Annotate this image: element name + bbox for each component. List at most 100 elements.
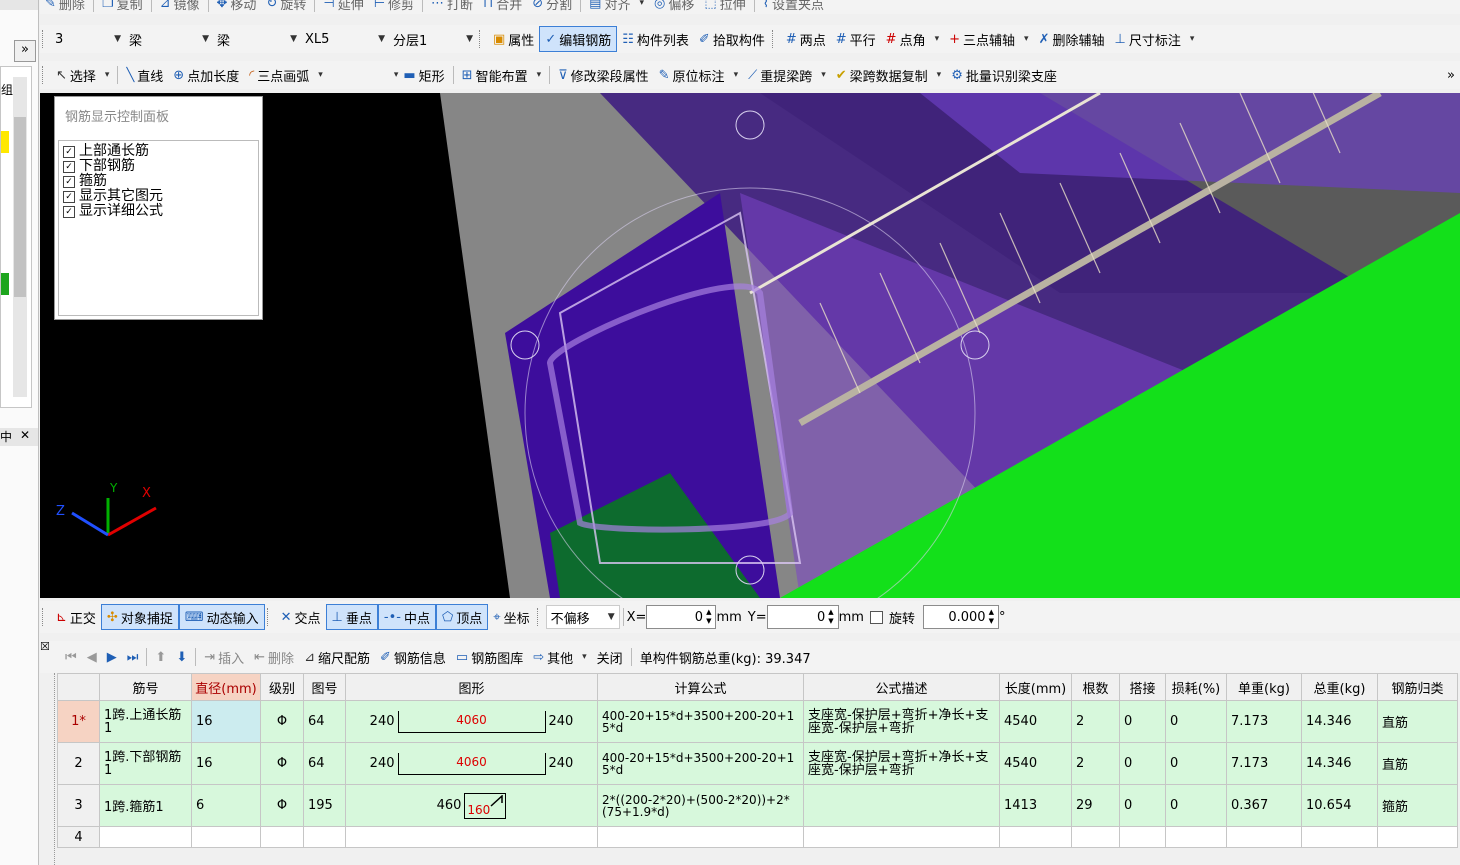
intersection-button[interactable]: ✕ 交点: [276, 605, 326, 629]
cell-empty[interactable]: [1226, 826, 1302, 848]
cell-count[interactable]: 2: [1071, 742, 1120, 785]
component-list-button[interactable]: ☷ 构件列表: [617, 27, 694, 51]
re-extract-span-button[interactable]: ⟋ 重提梁跨 ▾: [743, 63, 831, 87]
dimension-button[interactable]: ⊥ 尺寸标注 ▾: [1110, 27, 1200, 51]
table-row[interactable]: 1* 1跨.上通长筋1 16 Φ 64 240 4060 240 400-20+…: [57, 700, 1458, 743]
cell-empty[interactable]: [99, 826, 192, 848]
option-stirrup[interactable]: ✓ 箍筋: [63, 174, 254, 189]
cell-lap[interactable]: 0: [1119, 742, 1166, 785]
viewport-3d[interactable]: Y X Z 钢筋显示控制面板 ✓ 上部通长筋 ✓ 下部钢筋 ✓ 箍筋 ✓ 显示其它图元 …: [40, 93, 1460, 598]
cell-loss[interactable]: 0: [1165, 700, 1227, 743]
point-length-button[interactable]: ⊕ 点加长度: [168, 63, 244, 87]
collapse-button[interactable]: »: [14, 40, 36, 62]
cell-diameter[interactable]: 16: [191, 742, 261, 785]
cell-length[interactable]: 4540: [999, 700, 1072, 743]
cell-unit-weight[interactable]: 0.367: [1226, 784, 1302, 827]
cell-total-weight[interactable]: 10.654: [1301, 784, 1378, 827]
option-top-long-rebar[interactable]: ✓ 上部通长筋: [63, 144, 254, 159]
cell-total-weight[interactable]: 14.346: [1301, 742, 1378, 785]
smart-layout-button[interactable]: ⊞ 智能布置 ▾: [457, 63, 546, 87]
cell-bar-no[interactable]: 1跨.上通长筋1: [99, 700, 192, 743]
spinner-icon[interactable]: ▲ ▼: [706, 608, 711, 626]
close-icon[interactable]: ☒: [40, 640, 54, 654]
three-point-arc-button[interactable]: ◜ 三点画弧 ▾: [244, 63, 328, 87]
cell-empty[interactable]: [1119, 826, 1166, 848]
offset-select[interactable]: 不偏移 ▼: [545, 605, 620, 629]
pick-component-button[interactable]: ✐ 拾取构件: [694, 27, 770, 51]
cell-empty[interactable]: [999, 826, 1072, 848]
header-lap[interactable]: 搭接: [1119, 673, 1166, 701]
rectangle-button[interactable]: ▬ 矩形: [398, 63, 449, 87]
cell-formula[interactable]: 400-20+15*d+3500+200-20+15*d: [597, 700, 804, 743]
checkbox-icon[interactable]: ✓: [63, 190, 75, 203]
cell-count[interactable]: 29: [1071, 784, 1120, 827]
modify-beam-segment-button[interactable]: ⊽ 修改梁段属性: [553, 63, 654, 87]
scale-rebar-button[interactable]: ⊿ 缩尺配筋: [299, 645, 375, 669]
move-down-button[interactable]: ⬇: [171, 645, 192, 669]
cell-diameter[interactable]: 16: [191, 700, 261, 743]
cell-empty[interactable]: [803, 826, 1000, 848]
rebar-library-button[interactable]: ▭ 钢筋图库: [451, 645, 528, 669]
vertex-button[interactable]: ⬠ 顶点: [435, 604, 489, 630]
header-shape[interactable]: 图形: [345, 673, 598, 701]
layer-select[interactable]: 分层1 ▼: [389, 28, 477, 50]
tool-move[interactable]: ✥ 移动: [212, 0, 262, 14]
cell-fig-no[interactable]: 195: [303, 784, 346, 827]
cell-category[interactable]: 箍筋: [1377, 784, 1458, 827]
header-category[interactable]: 钢筋归类: [1377, 673, 1458, 701]
tool-copy[interactable]: ❐ 复制: [97, 0, 148, 14]
option-show-formula[interactable]: ✓ 显示详细公式: [63, 204, 254, 219]
cell-unit-weight[interactable]: 7.173: [1226, 742, 1302, 785]
header-fig-no[interactable]: 图号: [303, 673, 346, 701]
x-input[interactable]: 0 ▲ ▼: [646, 605, 717, 629]
tool-extend[interactable]: ⊣ 延伸: [318, 0, 368, 14]
midpoint-button[interactable]: -•- 中点: [377, 604, 436, 630]
tool-rotate[interactable]: ↻ 旋转: [261, 0, 311, 14]
cell-bar-no[interactable]: 1跨.箍筋1: [99, 784, 192, 827]
cell-empty[interactable]: [1071, 826, 1120, 848]
cell-empty[interactable]: [1301, 826, 1378, 848]
table-row[interactable]: 2 1跨.下部钢筋1 16 Φ 64 240 4060 240 400-20+1…: [57, 742, 1458, 785]
close-grid-button[interactable]: 关闭: [592, 645, 628, 669]
checkbox-icon[interactable]: ✓: [63, 145, 75, 158]
cell-count[interactable]: 2: [1071, 700, 1120, 743]
header-unit-weight[interactable]: 单重(kg): [1226, 673, 1302, 701]
cell-empty[interactable]: [597, 826, 804, 848]
select-button[interactable]: ↖ 选择 ▾: [51, 63, 114, 87]
three-point-axis-button[interactable]: + 三点辅轴 ▾: [944, 27, 1033, 51]
cell-grade[interactable]: Φ: [260, 700, 304, 743]
checkbox-icon[interactable]: ✓: [63, 205, 75, 218]
cell-loss[interactable]: 0: [1165, 742, 1227, 785]
table-row[interactable]: 4: [57, 826, 1458, 848]
row-index[interactable]: 4: [57, 826, 100, 848]
in-situ-annotation-button[interactable]: ✎ 原位标注 ▾: [654, 63, 743, 87]
cell-length[interactable]: 4540: [999, 742, 1072, 785]
y-input[interactable]: 0 ▲ ▼: [766, 605, 839, 629]
cell-description[interactable]: 支座宽-保护层+弯折+净长+支座宽-保护层+弯折: [803, 700, 1000, 743]
cell-empty[interactable]: [303, 826, 346, 848]
object-snap-button[interactable]: ✣ 对象捕捉: [100, 604, 179, 630]
tool-set-grip[interactable]: ⌇ 设置夹点: [758, 0, 829, 14]
cell-empty[interactable]: [1165, 826, 1227, 848]
next-record-button[interactable]: ▶: [102, 645, 122, 669]
cell-description[interactable]: 支座宽-保护层+弯折+净长+支座宽-保护层+弯折: [803, 742, 1000, 785]
header-loss[interactable]: 损耗(%): [1165, 673, 1227, 701]
tool-mirror[interactable]: ⊿ 镜像: [155, 0, 205, 14]
tool-stretch[interactable]: ⬚ 拉伸: [699, 0, 750, 14]
scrollbar-thumb[interactable]: [14, 117, 26, 297]
dynamic-input-button[interactable]: ⌨ 动态输入: [178, 604, 265, 630]
tool-delete[interactable]: ✎ 删除: [40, 0, 90, 14]
tool-split[interactable]: ⊘ 分割: [527, 0, 577, 14]
cell-shape[interactable]: 240 4060 240: [345, 700, 598, 743]
rebar-info-button[interactable]: ✐ 钢筋信息: [375, 645, 451, 669]
tool-align[interactable]: ▤ 对齐 ▾: [584, 0, 649, 14]
toolbar-overflow-button[interactable]: »: [1442, 63, 1460, 87]
line-button[interactable]: ╲ 直线: [121, 63, 168, 87]
last-record-button[interactable]: ⏭: [122, 645, 144, 669]
name-select[interactable]: XL5 ▼: [301, 28, 389, 50]
pin-icon[interactable]: 中: [0, 430, 12, 444]
rotate-checkbox[interactable]: [869, 610, 883, 624]
cell-formula[interactable]: 400-20+15*d+3500+200-20+15*d: [597, 742, 804, 785]
header-length[interactable]: 长度(mm): [999, 673, 1072, 701]
cell-category[interactable]: 直筋: [1377, 700, 1458, 743]
